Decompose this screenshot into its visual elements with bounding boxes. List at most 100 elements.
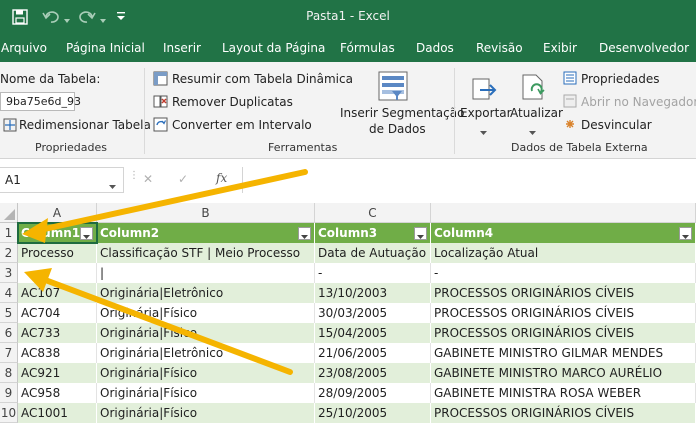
column-header-a[interactable]: A bbox=[18, 203, 97, 223]
table-cell[interactable]: Data de Autuação bbox=[315, 243, 431, 263]
tab-inserir[interactable]: Inserir bbox=[163, 41, 201, 55]
tab-revisao[interactable]: Revisão bbox=[476, 41, 523, 55]
table-header-cell[interactable]: Column3 bbox=[315, 223, 431, 243]
export-dropdown-icon[interactable] bbox=[480, 124, 487, 138]
filter-dropdown-icon[interactable] bbox=[679, 227, 692, 240]
row-header[interactable]: 9 bbox=[0, 383, 18, 403]
convert-to-range-button[interactable]: Converter em Intervalo bbox=[172, 118, 312, 132]
refresh-button[interactable]: Atualizar bbox=[510, 106, 563, 120]
table-cell[interactable]: | bbox=[97, 263, 315, 283]
window-title: Pasta1 - Excel bbox=[306, 9, 390, 23]
table-cell[interactable]: Originária|Físico bbox=[97, 403, 315, 423]
tab-dados[interactable]: Dados bbox=[416, 41, 454, 55]
resize-table-button[interactable]: Redimensionar Tabela bbox=[19, 118, 151, 132]
table-cell[interactable]: GABINETE MINISTRO GILMAR MENDES bbox=[431, 343, 696, 363]
table-cell[interactable]: 23/08/2005 bbox=[315, 363, 431, 383]
summarize-pivot-button[interactable]: Resumir com Tabela Dinâmica bbox=[172, 72, 353, 86]
ribbon-divider bbox=[144, 68, 145, 154]
insert-slicer-button-line2[interactable]: de Dados bbox=[369, 122, 426, 136]
table-cell[interactable]: 30/03/2005 bbox=[315, 303, 431, 323]
formula-input[interactable] bbox=[242, 167, 696, 193]
tab-exibir[interactable]: Exibir bbox=[543, 41, 577, 55]
table-cell[interactable]: AC733 bbox=[18, 323, 97, 343]
filter-dropdown-icon[interactable] bbox=[414, 227, 427, 240]
group-label-propriedades: Propriedades bbox=[35, 141, 107, 154]
cancel-icon[interactable]: ✕ bbox=[143, 172, 153, 186]
table-name-value: 9ba75e6d_93 bbox=[6, 95, 81, 108]
table-cell[interactable] bbox=[18, 263, 97, 283]
column-header-d[interactable] bbox=[431, 203, 696, 223]
slicer-icon bbox=[378, 71, 408, 104]
table-cell[interactable]: Processo bbox=[18, 243, 97, 263]
table-cell[interactable]: 15/04/2005 bbox=[315, 323, 431, 343]
table-cell[interactable]: Originária|Físico bbox=[97, 383, 315, 403]
table-header-cell[interactable]: Column4 bbox=[431, 223, 696, 243]
table-cell[interactable]: AC107 bbox=[18, 283, 97, 303]
export-button[interactable]: Exportar bbox=[460, 106, 512, 120]
row-header[interactable]: 5 bbox=[0, 303, 18, 323]
table-cell[interactable]: AC921 bbox=[18, 363, 97, 383]
insert-function-icon[interactable]: fx bbox=[216, 171, 227, 185]
table-cell[interactable]: 21/06/2005 bbox=[315, 343, 431, 363]
column-header-b[interactable]: B bbox=[97, 203, 315, 223]
table-cell[interactable]: 28/09/2005 bbox=[315, 383, 431, 403]
table-name-input[interactable]: 9ba75e6d_93 bbox=[0, 92, 81, 111]
table-cell[interactable]: - bbox=[431, 263, 696, 283]
remove-duplicates-icon bbox=[153, 94, 168, 112]
table-cell[interactable]: 25/10/2005 bbox=[315, 403, 431, 423]
table-cell[interactable]: Classificação STF | Meio Processo bbox=[97, 243, 315, 263]
refresh-icon bbox=[520, 73, 548, 106]
table-cell[interactable]: AC1001 bbox=[18, 403, 97, 423]
table-cell[interactable]: Originária|Físico bbox=[97, 323, 315, 343]
table-cell[interactable]: AC958 bbox=[18, 383, 97, 403]
ribbon-tabs: Arquivo Página Inicial Inserir Layout da… bbox=[0, 34, 696, 62]
column-header-c[interactable]: C bbox=[315, 203, 431, 223]
remove-duplicates-button[interactable]: Remover Duplicatas bbox=[172, 95, 293, 109]
properties-button[interactable]: Propriedades bbox=[581, 72, 660, 86]
table-cell[interactable]: 13/10/2003 bbox=[315, 283, 431, 303]
table-cell[interactable]: GABINETE MINISTRO MARCO AURÉLIO bbox=[431, 363, 696, 383]
table-cell[interactable]: PROCESSOS ORIGINÁRIOS CÍVEIS bbox=[431, 403, 696, 423]
unlink-button[interactable]: Desvincular bbox=[581, 118, 652, 132]
table-name-label: Nome da Tabela: bbox=[0, 72, 101, 86]
table-cell[interactable]: Localização Atual bbox=[431, 243, 696, 263]
row-header[interactable]: 2 bbox=[0, 243, 18, 263]
insert-slicer-button[interactable]: Inserir Segmentação bbox=[340, 106, 464, 120]
ribbon-divider bbox=[454, 68, 455, 154]
tab-formulas[interactable]: Fórmulas bbox=[340, 41, 395, 55]
row-header[interactable]: 6 bbox=[0, 323, 18, 343]
table-cell[interactable]: Originária|Eletrônico bbox=[97, 283, 315, 303]
table-cell[interactable]: - bbox=[315, 263, 431, 283]
row-header[interactable]: 10 bbox=[0, 403, 18, 423]
table-cell[interactable]: Originária|Físico bbox=[97, 363, 315, 383]
table-cell[interactable]: PROCESSOS ORIGINÁRIOS CÍVEIS bbox=[431, 303, 696, 323]
row-header[interactable]: 7 bbox=[0, 343, 18, 363]
table-cell[interactable]: Originária|Físico bbox=[97, 303, 315, 323]
tab-layout-da-pagina[interactable]: Layout da Página bbox=[222, 41, 325, 55]
tab-pagina-inicial[interactable]: Página Inicial bbox=[66, 41, 145, 55]
open-in-browser-button[interactable]: Abrir no Navegador bbox=[581, 95, 696, 109]
row-header[interactable]: 4 bbox=[0, 283, 18, 303]
export-icon bbox=[470, 76, 498, 107]
refresh-dropdown-icon[interactable] bbox=[529, 124, 536, 138]
table-cell[interactable]: PROCESSOS ORIGINÁRIOS CÍVEIS bbox=[431, 323, 696, 343]
table-cell[interactable]: Originária|Eletrônico bbox=[97, 343, 315, 363]
name-box-dropdown-icon[interactable] bbox=[109, 178, 116, 192]
table-cell[interactable]: PROCESSOS ORIGINÁRIOS CÍVEIS bbox=[431, 283, 696, 303]
row-header[interactable]: 3 bbox=[0, 263, 18, 283]
spreadsheet-grid: A B C 1 Column1 Column2 Column3 Column4 2 Proc… bbox=[0, 203, 696, 423]
row-header[interactable]: 1 bbox=[0, 223, 18, 243]
tab-desenvolvedor[interactable]: Desenvolvedor bbox=[599, 41, 689, 55]
table-header-cell[interactable]: Column2 bbox=[97, 223, 315, 243]
tab-arquivo[interactable]: Arquivo bbox=[1, 41, 47, 55]
name-box[interactable]: A1 bbox=[0, 167, 124, 193]
properties-icon bbox=[563, 71, 577, 88]
table-cell[interactable]: AC704 bbox=[18, 303, 97, 323]
row-header[interactable]: 8 bbox=[0, 363, 18, 383]
ribbon: Nome da Tabela: 9ba75e6d_93 Redimensiona… bbox=[0, 62, 696, 159]
enter-icon[interactable]: ✓ bbox=[178, 172, 188, 186]
select-all-corner[interactable] bbox=[0, 203, 18, 223]
table-cell[interactable]: AC838 bbox=[18, 343, 97, 363]
filter-dropdown-icon[interactable] bbox=[298, 227, 311, 240]
table-cell[interactable]: GABINETE MINISTRA ROSA WEBER bbox=[431, 383, 696, 403]
